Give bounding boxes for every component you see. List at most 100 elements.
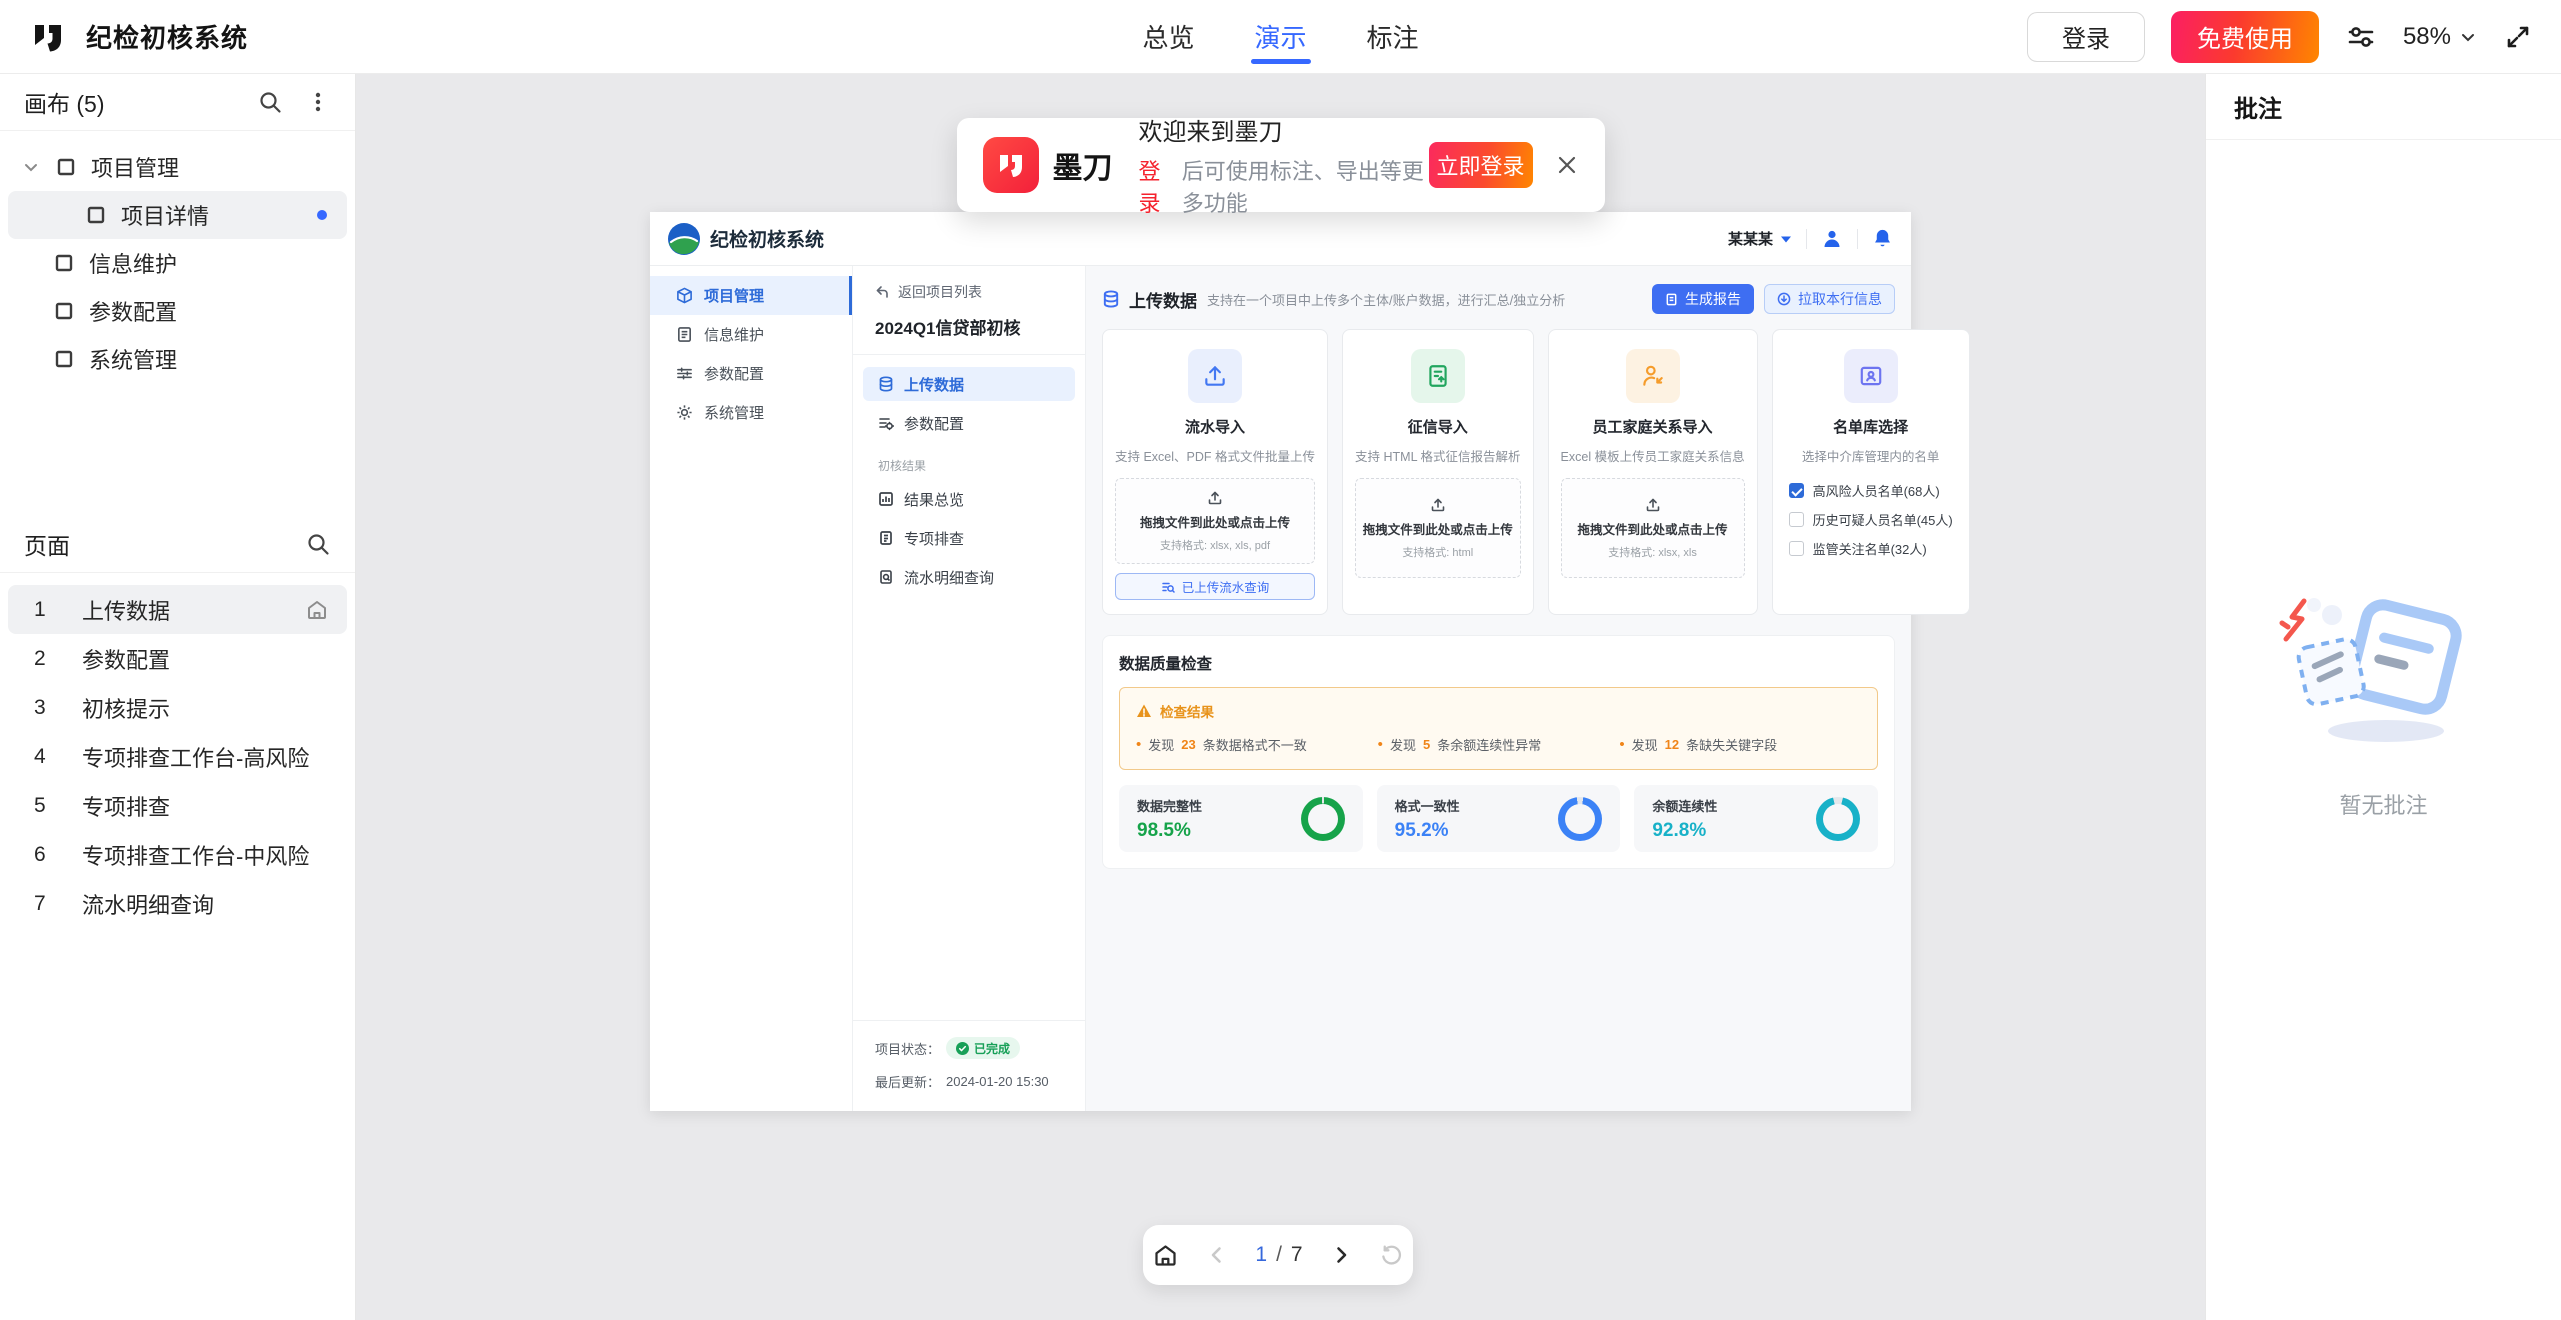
design-nav: 项目管理 信息维护 参数配置 系统管理 [650,266,853,1111]
tree-item-project-mgmt[interactable]: 项目管理 [8,143,347,191]
sliders-gear-icon [878,415,894,431]
home-icon [305,598,329,622]
next-page-icon[interactable] [1330,1244,1352,1266]
canvas-tree: 项目管理 项目详情 信息维护 参数配置 [0,131,355,516]
design-header: 纪检初核系统 某某某 [650,212,1911,266]
zoom-control[interactable]: 58% [2403,23,2477,51]
tree-item-system-mgmt[interactable]: 系统管理 [8,335,347,383]
project-menu-overview[interactable]: 结果总览 [863,482,1075,516]
welcome-banner: 墨刀 欢迎来到墨刀 登录 后可使用标注、导出等更多功能 立即登录 [957,118,1605,212]
pages-title: 页面 [24,527,70,561]
dropzone-credit[interactable]: 拖拽文件到此处或点击上传 支持格式: html [1355,478,1521,578]
finding-item: • 发现 23 条数据格式不一致 [1136,735,1378,754]
tab-present[interactable]: 演示 [1252,0,1308,74]
page-item-4[interactable]: 4 专项排查工作台-高风险 [8,732,347,781]
free-use-button[interactable]: 免费使用 [2171,11,2319,63]
app-window: 纪检初核系统 总览 演示 标注 登录 免费使用 58% 画布 (5) [0,0,2561,1320]
annotation-empty-state: 暂无批注 [2206,579,2561,820]
page-item-6[interactable]: 6 专项排查工作台-中风险 [8,830,347,879]
list-search-icon [1161,580,1175,594]
results-section-label: 初核结果 [863,445,1075,482]
view-tabs: 总览 演示 标注 [1140,0,1420,74]
bank-logo-icon [668,223,700,255]
empty-text: 暂无批注 [2339,788,2427,820]
design-nav-system-mgmt[interactable]: 系统管理 [650,393,852,432]
project-menu-params[interactable]: 参数配置 [863,406,1075,440]
tree-item-info-maintain[interactable]: 信息维护 [8,239,347,287]
design-nav-param-config[interactable]: 参数配置 [650,354,852,393]
back-to-projects[interactable]: 返回项目列表 [853,282,1085,302]
home-button[interactable] [1152,1242,1179,1269]
design-app-title: 纪检初核系统 [710,225,824,252]
caret-down-icon [1780,233,1792,245]
page-item-3[interactable]: 3 初核提示 [8,683,347,732]
design-nav-project-mgmt[interactable]: 项目管理 [650,276,852,315]
prev-page-icon[interactable] [1206,1244,1228,1266]
upload-tray-icon [1430,497,1446,513]
empty-annotations-illustration [2274,579,2494,754]
project-menu-special[interactable]: 专项排查 [863,521,1075,555]
sliders-icon [676,365,693,382]
download-icon [1777,292,1791,306]
fetch-bank-info-button[interactable]: 拉取本行信息 [1764,284,1895,314]
card-family-import: 员工家庭关系导入 Excel 模板上传员工家庭关系信息 拖拽文件到此处或点击上传… [1548,329,1758,615]
more-menu-icon[interactable] [305,89,331,115]
tree-item-project-detail[interactable]: 项目详情 [8,191,347,239]
metric-completeness: 数据完整性 98.5% [1119,785,1363,852]
gear-icon [676,404,693,421]
frame-icon [54,253,74,273]
frame-icon [86,205,106,225]
project-menu-flow[interactable]: 流水明细查询 [863,560,1075,594]
metric-format: 格式一致性 95.2% [1377,785,1621,852]
status-label: 项目状态： [875,1039,940,1058]
back-arrow-icon [875,285,889,299]
banner-message: 后可使用标注、导出等更多功能 [1182,154,1429,218]
user-icon[interactable] [1821,228,1843,250]
warning-icon [1136,703,1152,719]
uploaded-flow-query-button[interactable]: 已上传流水查询 [1115,573,1315,600]
design-nav-info-maintain[interactable]: 信息维护 [650,315,852,354]
project-menu-upload[interactable]: 上传数据 [863,367,1075,401]
tab-annotate[interactable]: 标注 [1365,0,1421,74]
bell-icon[interactable] [1872,228,1893,249]
replay-icon[interactable] [1379,1243,1404,1268]
login-button[interactable]: 登录 [2027,12,2145,62]
generate-report-button[interactable]: 生成报告 [1652,284,1754,314]
option-high-risk[interactable]: 高风险人员名单(68人) [1789,481,1953,500]
left-sidebar: 画布 (5) 项目管理 [0,74,356,1320]
pages-list: 1 上传数据 2 参数配置 3 初核提示 4 专项排查工作台-高风险 5 专项排… [0,573,355,1320]
page-item-1[interactable]: 1 上传数据 [8,585,347,634]
banner-login-link[interactable]: 登录 [1139,154,1174,218]
user-menu[interactable]: 某某某 [1728,228,1792,249]
pages-panel-header: 页面 [0,516,355,573]
upload-tray-icon [1645,497,1661,513]
person-import-icon [1626,349,1680,403]
tree-item-param-config[interactable]: 参数配置 [8,287,347,335]
updated-label: 最后更新： [875,1072,940,1091]
app-title: 纪检初核系统 [86,18,248,55]
chevron-down-icon[interactable] [20,156,42,178]
content-subtitle: 支持在一个项目中上传多个主体/账户数据，进行汇总/独立分析 [1207,290,1565,309]
search-icon[interactable] [257,89,283,115]
quality-metrics: 数据完整性 98.5% 格式一致性 95.2% [1119,785,1878,852]
upload-cards: 流水导入 支持 Excel、PDF 格式文件批量上传 拖拽文件到此处或点击上传 … [1102,329,1895,615]
preferences-icon[interactable] [2345,21,2377,53]
page-item-2[interactable]: 2 参数配置 [8,634,347,683]
search-icon[interactable] [305,531,331,557]
checkbox-icon[interactable] [1789,483,1804,498]
fullscreen-icon[interactable] [2503,22,2533,52]
dropzone-flow[interactable]: 拖拽文件到此处或点击上传 支持格式: xlsx, xls, pdf [1115,478,1315,564]
option-history-suspect[interactable]: 历史可疑人员名单(45人) [1789,510,1953,529]
checkbox-icon[interactable] [1789,512,1804,527]
login-now-button[interactable]: 立即登录 [1429,142,1533,188]
tab-overview[interactable]: 总览 [1140,0,1196,74]
brand: 纪检初核系统 [28,17,248,57]
close-icon[interactable] [1555,153,1579,177]
check-circle-icon [956,1042,969,1055]
page-item-5[interactable]: 5 专项排查 [8,781,347,830]
page-item-7[interactable]: 7 流水明细查询 [8,879,347,928]
option-regulator-watch[interactable]: 监管关注名单(32人) [1789,539,1953,558]
canvas-title: 画布 (5) [24,85,105,119]
checkbox-icon[interactable] [1789,541,1804,556]
dropzone-family[interactable]: 拖拽文件到此处或点击上传 支持格式: xlsx, xls [1561,478,1745,578]
